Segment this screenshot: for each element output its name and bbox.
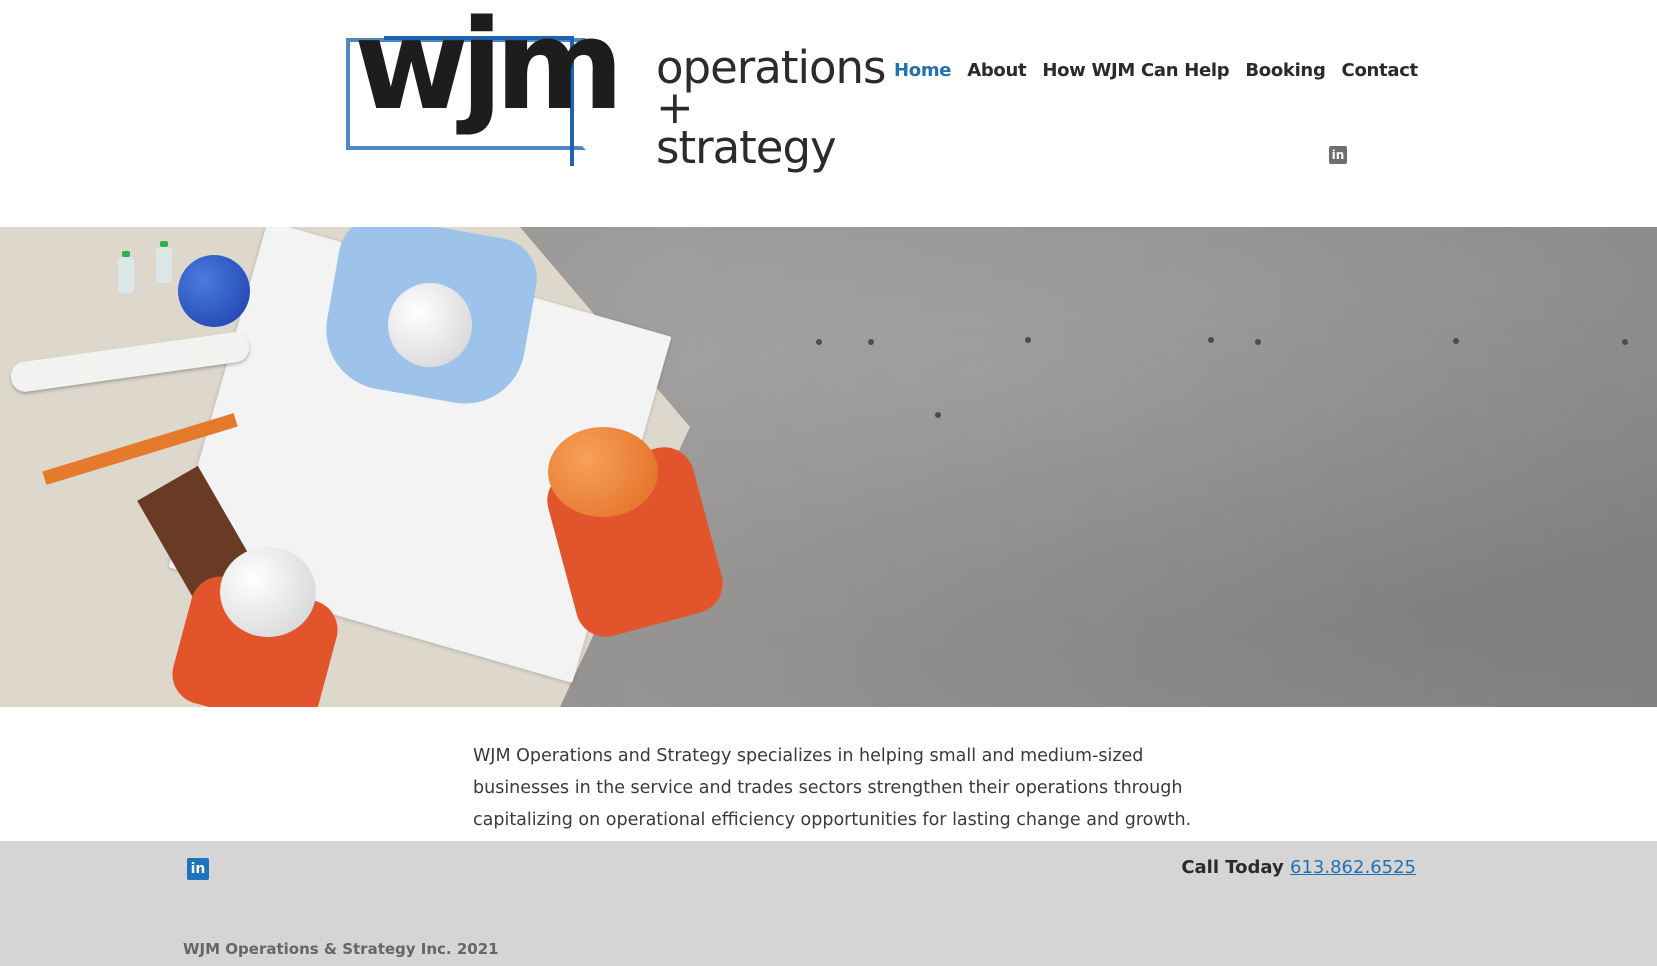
white-hard-hat [220, 547, 316, 637]
floor-hole [935, 412, 941, 418]
orange-hard-hat [548, 427, 658, 517]
logo-tagline-line2: + strategy [656, 81, 837, 174]
phone-link[interactable]: 613.862.6525 [1290, 857, 1416, 878]
floor-hole [1025, 337, 1031, 343]
floor-hole [1453, 338, 1459, 344]
floor-hole [816, 339, 822, 345]
white-hard-hat [388, 283, 472, 367]
nav-about[interactable]: About [959, 56, 1034, 85]
site-logo[interactable]: wjm operations + strategy [344, 4, 887, 184]
linkedin-icon: in [187, 858, 209, 880]
floor-hole [1208, 337, 1214, 343]
logo-tagline: operations + strategy [656, 45, 887, 174]
linkedin-icon: in [1329, 146, 1347, 164]
page: wjm operations + strategy Home About How… [0, 0, 1657, 966]
header-linkedin-link[interactable]: in [1329, 146, 1347, 168]
site-footer: in Call Today 613.862.6525 WJM Operation… [0, 841, 1657, 966]
logo-mark: wjm [354, 0, 624, 138]
nav-home[interactable]: Home [886, 56, 959, 85]
call-label: Call Today [1181, 857, 1284, 878]
nav-contact[interactable]: Contact [1334, 56, 1426, 85]
footer-linkedin-link[interactable]: in [187, 858, 209, 884]
blue-hard-hat [178, 255, 250, 327]
nav-booking[interactable]: Booking [1237, 56, 1333, 85]
hero-image [0, 227, 1657, 707]
floor-hole [1622, 339, 1628, 345]
floor-hole [868, 339, 874, 345]
site-header: wjm operations + strategy Home About How… [0, 0, 1657, 227]
call-today: Call Today 613.862.6525 [1181, 857, 1416, 878]
nav-how-wjm-can-help[interactable]: How WJM Can Help [1034, 56, 1237, 85]
floor-hole [1255, 339, 1261, 345]
main-nav: Home About How WJM Can Help Booking Cont… [886, 56, 1426, 85]
water-bottle [118, 251, 134, 293]
copyright-text: WJM Operations & Strategy Inc. 2021 [183, 940, 499, 958]
water-bottle [156, 241, 172, 283]
